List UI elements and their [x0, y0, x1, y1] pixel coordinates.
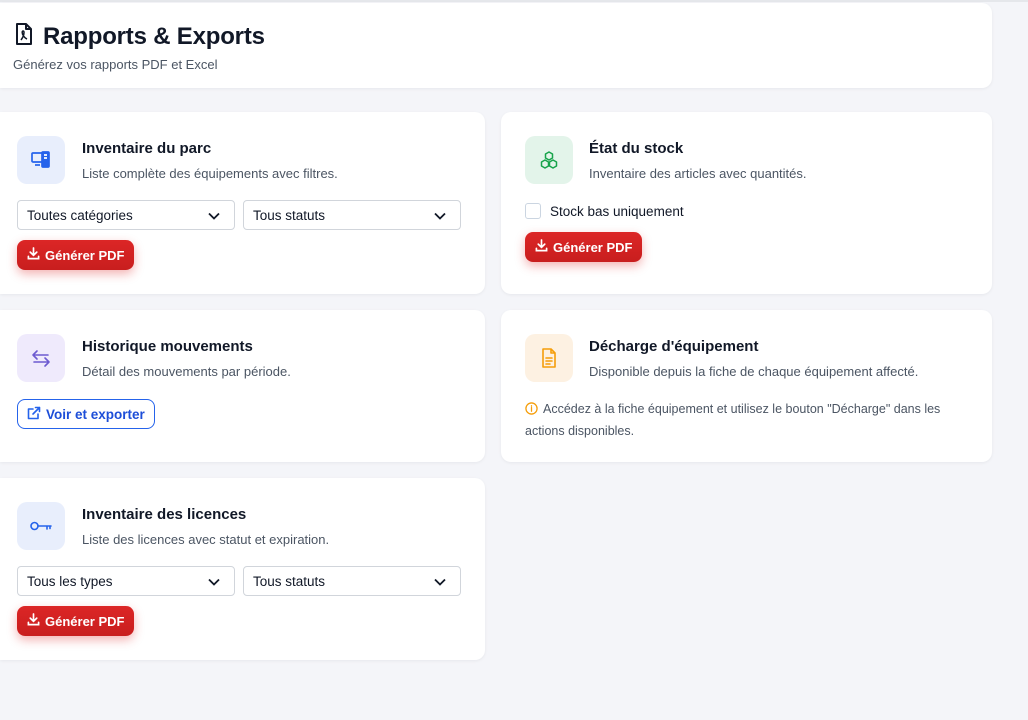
- document-icon: [525, 334, 573, 382]
- download-icon: [27, 613, 40, 629]
- button-label: Générer PDF: [553, 239, 633, 255]
- card-title: Inventaire des licences: [82, 506, 247, 523]
- devices-icon: [17, 136, 65, 184]
- checkbox-label: Stock bas uniquement: [550, 203, 684, 219]
- category-select[interactable]: Toutes catégories: [17, 200, 235, 230]
- page-title-row: Rapports & Exports: [13, 22, 265, 51]
- card-title: Historique mouvements: [82, 338, 253, 355]
- card-description: Détail des mouvements par période.: [82, 364, 291, 379]
- generate-pdf-button[interactable]: Générer PDF: [17, 240, 135, 270]
- card-inventaire-licences: Inventaire des licences Liste des licenc…: [0, 478, 485, 660]
- chevron-down-icon: [434, 208, 446, 223]
- card-inventaire-parc: Inventaire du parc Liste complète des éq…: [0, 112, 485, 294]
- generate-pdf-button[interactable]: Générer PDF: [17, 606, 135, 636]
- card-title: État du stock: [589, 140, 684, 157]
- select-value: Tous statuts: [253, 207, 326, 223]
- chevron-down-icon: [208, 208, 220, 223]
- select-value: Tous les types: [27, 573, 113, 589]
- info-note: Accédez à la fiche équipement et utilise…: [525, 399, 975, 441]
- key-icon: [17, 502, 65, 550]
- card-decharge-equipement: Décharge d'équipement Disponible depuis …: [501, 310, 992, 462]
- low-stock-checkbox[interactable]: [525, 203, 541, 219]
- card-historique-mouvements: Historique mouvements Détail des mouveme…: [0, 310, 485, 462]
- card-title: Décharge d'équipement: [589, 338, 759, 355]
- card-title: Inventaire du parc: [82, 140, 212, 157]
- chevron-down-icon: [434, 574, 446, 589]
- low-stock-filter: Stock bas uniquement: [525, 203, 684, 219]
- page-header: Rapports & Exports Générez vos rapports …: [0, 3, 992, 88]
- external-link-icon: [27, 406, 41, 423]
- card-description: Disponible depuis la fiche de chaque équ…: [589, 364, 919, 379]
- card-description: Inventaire des articles avec quantités.: [589, 166, 807, 181]
- top-divider: [0, 0, 1028, 2]
- boxes-icon: [525, 136, 573, 184]
- generate-pdf-button[interactable]: Générer PDF: [525, 232, 643, 262]
- button-label: Voir et exporter: [46, 406, 145, 422]
- card-description: Liste des licences avec statut et expira…: [82, 532, 330, 547]
- page-title: Rapports & Exports: [43, 22, 265, 50]
- card-etat-stock: État du stock Inventaire des articles av…: [501, 112, 992, 294]
- page-subtitle: Générez vos rapports PDF et Excel: [13, 57, 218, 72]
- select-value: Tous statuts: [253, 573, 326, 589]
- button-label: Générer PDF: [45, 247, 125, 263]
- download-icon: [27, 247, 40, 263]
- button-label: Générer PDF: [45, 613, 125, 629]
- status-select[interactable]: Tous statuts: [243, 200, 461, 230]
- info-circle-icon: [525, 401, 538, 421]
- license-type-select[interactable]: Tous les types: [17, 566, 235, 596]
- select-value: Toutes catégories: [27, 207, 133, 223]
- license-status-select[interactable]: Tous statuts: [243, 566, 461, 596]
- view-export-button[interactable]: Voir et exporter: [17, 399, 155, 429]
- arrows-exchange-icon: [17, 334, 65, 382]
- download-icon: [535, 239, 548, 255]
- info-note-text: Accédez à la fiche équipement et utilise…: [525, 402, 941, 438]
- chevron-down-icon: [208, 574, 220, 589]
- pdf-file-icon: [13, 22, 35, 51]
- card-description: Liste complète des équipements avec filt…: [82, 166, 338, 181]
